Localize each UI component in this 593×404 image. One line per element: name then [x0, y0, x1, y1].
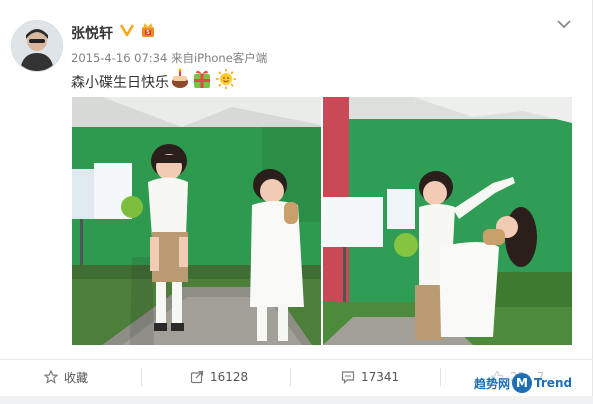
site-watermark: 趋势网 M Trend	[474, 372, 572, 394]
emoji-group	[172, 68, 236, 89]
watermark-prefix: 趋势网	[474, 376, 511, 391]
chevron-down-icon[interactable]	[556, 18, 572, 30]
svg-text:5: 5	[146, 30, 150, 36]
post-source[interactable]: iPhone客户端	[194, 51, 267, 65]
repost-icon	[190, 370, 204, 384]
source-prefix: 来自	[170, 51, 194, 65]
post-timestamp[interactable]: 2015-4-16 07:34	[71, 51, 167, 65]
weibo-post-card: 张悦轩 5 2015-4-16 07:34 来自iPhone客户端 森小碟生日快…	[0, 0, 593, 404]
divider	[290, 368, 291, 386]
comment-button[interactable]: 17341	[341, 360, 399, 394]
comment-icon	[341, 371, 355, 384]
avatar[interactable]	[11, 20, 63, 72]
repost-button[interactable]: 16128	[190, 360, 248, 394]
sun-emoji-icon	[216, 69, 236, 89]
cake-emoji-icon	[172, 68, 188, 88]
repost-count: 16128	[210, 370, 249, 384]
photo-1-image	[72, 97, 321, 345]
post-text: 森小碟生日快乐	[71, 75, 169, 91]
avatar-image	[12, 21, 62, 71]
favorite-label: 收藏	[64, 370, 89, 385]
username[interactable]: 张悦轩	[71, 23, 113, 43]
photo-2-image	[323, 97, 572, 345]
post-meta: 2015-4-16 07:34 来自iPhone客户端	[71, 50, 267, 66]
post-photo-2[interactable]	[323, 97, 572, 345]
post-photo-1[interactable]	[72, 97, 321, 345]
divider	[440, 368, 441, 386]
page-bottom-strip	[0, 396, 593, 404]
comment-count: 17341	[361, 370, 400, 384]
divider	[141, 368, 142, 386]
watermark-logo: M	[512, 373, 533, 393]
verified-v-icon	[120, 24, 134, 37]
member-badge-icon[interactable]: 5	[140, 22, 156, 38]
star-icon	[44, 370, 58, 384]
favorite-button[interactable]: 收藏	[44, 360, 88, 394]
gift-emoji-icon	[194, 70, 210, 88]
watermark-suffix: Trend	[534, 376, 573, 390]
